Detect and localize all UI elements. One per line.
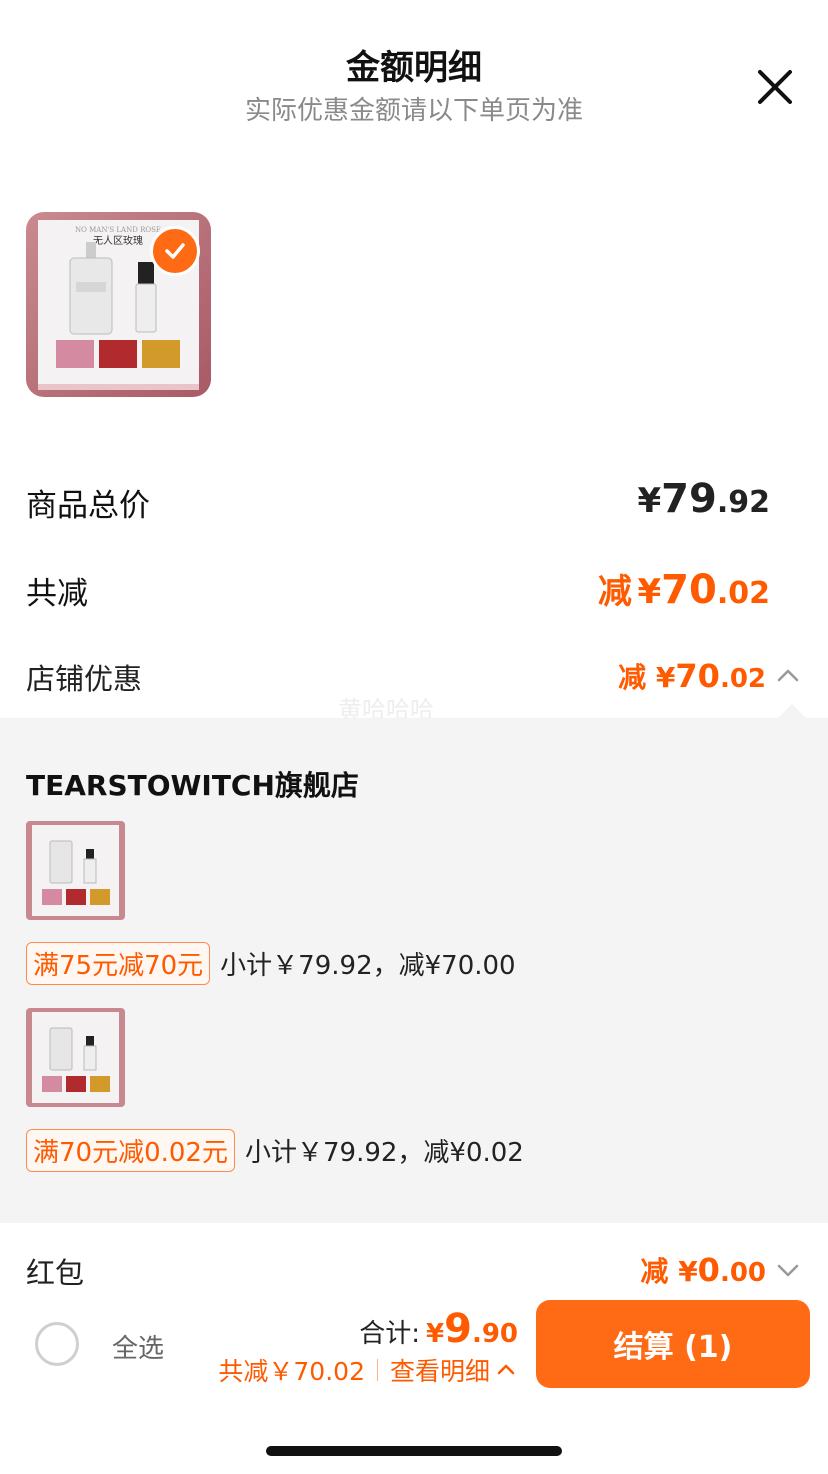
promo-tag: 满75元减70元 (26, 942, 211, 985)
view-detail-link[interactable]: 查看明细 (390, 1352, 490, 1388)
total-discount-value: 减 ¥70.02 (597, 567, 770, 613)
home-indicator (266, 1446, 562, 1456)
store-name[interactable]: TEARSTOWITCH旗舰店 (26, 764, 359, 804)
product-image-sublabel: NO MAN'S LAND ROSE (75, 226, 161, 234)
promo-tag: 满70元减0.02元 (26, 1129, 235, 1172)
close-icon (758, 70, 792, 104)
perfume-image (26, 1008, 125, 1107)
chevron-down-icon (777, 1264, 799, 1277)
chevron-up-icon[interactable] (496, 1360, 516, 1380)
promo-product-thumbnail-1[interactable] (26, 821, 125, 920)
total-discount-label: 共减 (26, 576, 88, 612)
perfume-image (26, 821, 125, 920)
total-amount: ¥9.90 (426, 1306, 518, 1352)
total-label: 合计: (359, 1319, 420, 1349)
promo-subtotal-text: 小计￥79.92，减¥0.02 (244, 1138, 524, 1168)
divider (376, 1359, 378, 1381)
page-subtitle: 实际优惠金额请以下单页为准 (244, 96, 583, 126)
cart-discount-summary: 共减￥70.02 查看明细 (218, 1352, 516, 1388)
select-all-label[interactable]: 全选 (112, 1328, 164, 1365)
goods-total-label: 商品总价 (26, 488, 150, 524)
cart-total: 合计: ¥9.90 (359, 1306, 518, 1352)
header: 金额明细 实际优惠金额请以下单页为准 (0, 0, 828, 140)
selected-check-badge[interactable] (150, 226, 200, 276)
red-packet-label: 红包 (26, 1256, 85, 1290)
promo-line-2: 满70元减0.02元 小计￥79.92，减¥0.02 (26, 1129, 524, 1172)
red-packet-toggle[interactable]: 减 ¥0.00 (640, 1250, 802, 1290)
goods-total-value: ¥79.92 (637, 476, 771, 522)
shop-discount-label: 店铺优惠 (26, 662, 143, 696)
select-all-radio[interactable] (35, 1322, 79, 1366)
close-button[interactable] (752, 64, 798, 110)
promo-subtotal-text: 小计￥79.92，减¥70.00 (220, 951, 516, 981)
page-title: 金额明细 (346, 48, 482, 88)
chevron-up-icon (777, 669, 799, 682)
promo-product-thumbnail-2[interactable] (26, 1008, 125, 1107)
checkmark-icon (165, 243, 185, 259)
checkout-button[interactable]: 结算 (1) (536, 1300, 810, 1388)
promo-line-1: 满75元减70元 小计￥79.92，减¥70.00 (26, 942, 516, 985)
shop-discount-toggle[interactable]: 减 ¥70.02 (618, 656, 802, 696)
cart-discount-text: 共减￥70.02 (218, 1357, 365, 1386)
product-image-label: 无人区玫瑰 (93, 234, 143, 247)
